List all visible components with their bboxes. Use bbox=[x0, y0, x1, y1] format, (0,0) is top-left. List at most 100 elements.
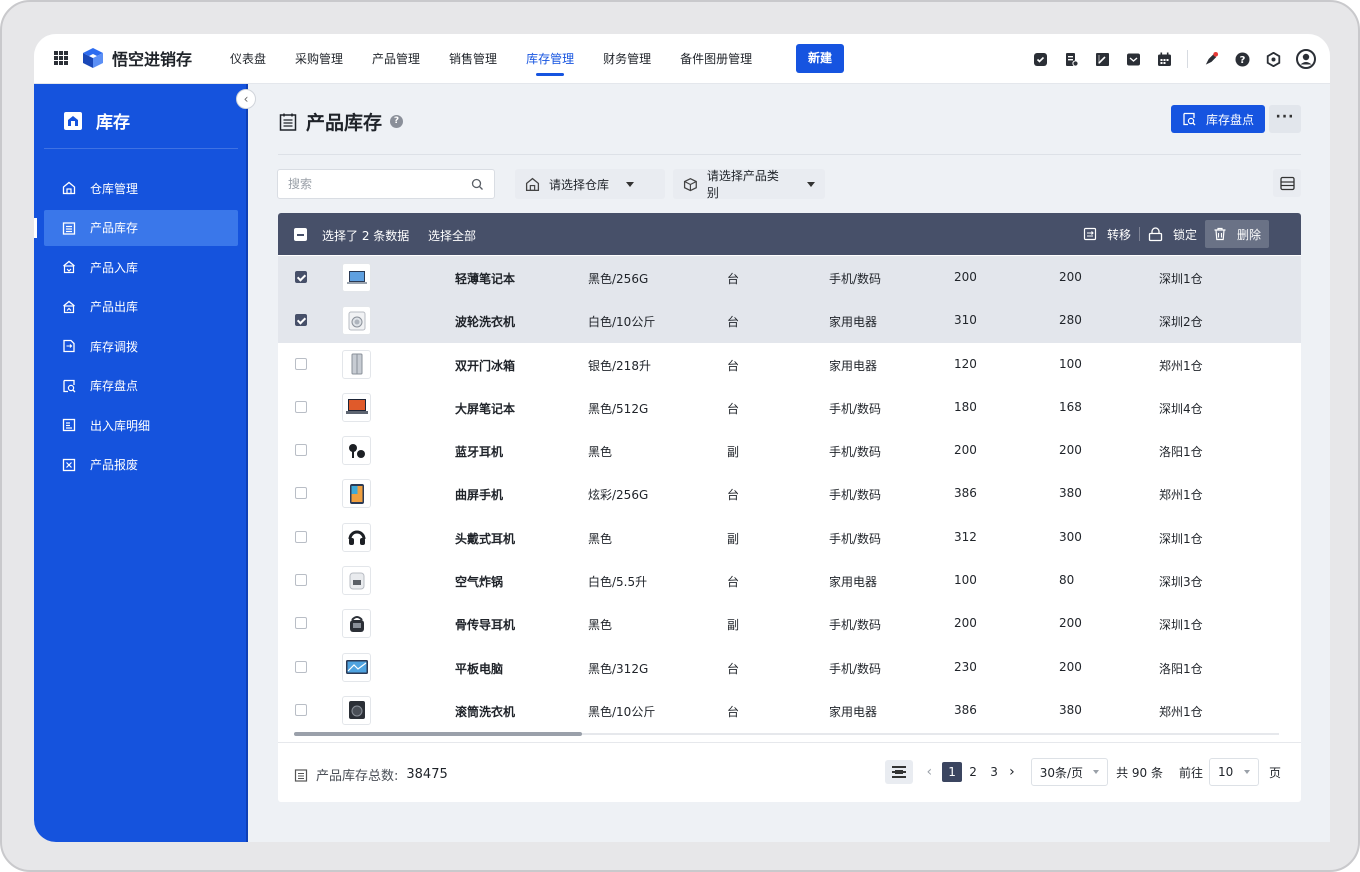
available-quantity: 80 bbox=[1059, 573, 1075, 588]
sidebar-item-warehouse[interactable]: 仓库管理 bbox=[44, 170, 238, 206]
stock-quantity: 386 bbox=[954, 702, 977, 717]
column-settings-button[interactable] bbox=[1273, 169, 1301, 197]
user-avatar-icon[interactable] bbox=[1296, 49, 1316, 69]
row-checkbox[interactable] bbox=[295, 357, 307, 370]
nav-product[interactable]: 产品管理 bbox=[372, 34, 420, 84]
row-checkbox[interactable] bbox=[295, 487, 307, 500]
product-name[interactable]: 头戴式耳机 bbox=[455, 530, 515, 547]
row-checkbox[interactable] bbox=[295, 400, 307, 413]
product-name[interactable]: 空气炸锅 bbox=[455, 573, 503, 590]
svg-text:?: ? bbox=[1239, 55, 1245, 66]
table-row[interactable]: 骨传导耳机 黑色 副 手机/数码 200 200 深圳1仓 bbox=[278, 602, 1301, 645]
row-checkbox[interactable] bbox=[295, 271, 307, 283]
transfer-button[interactable]: 转移 bbox=[1075, 220, 1139, 248]
available-quantity: 300 bbox=[1059, 529, 1082, 544]
sidebar-item-stock-out[interactable]: 产品出库 bbox=[44, 289, 238, 325]
prev-page-icon[interactable]: ‹ bbox=[927, 764, 933, 780]
horizontal-scrollbar[interactable] bbox=[294, 732, 582, 736]
select-all-checkbox[interactable] bbox=[294, 228, 307, 241]
stocktake-button[interactable]: 库存盘点 bbox=[1171, 105, 1265, 133]
category-select[interactable]: 请选择产品类别 bbox=[673, 169, 825, 200]
help-icon[interactable]: ? bbox=[390, 115, 404, 128]
sidebar-collapse-button[interactable]: ‹ bbox=[236, 89, 256, 109]
nav-purchase[interactable]: 采购管理 bbox=[295, 34, 343, 84]
product-name[interactable]: 平板电脑 bbox=[455, 660, 503, 677]
calendar-icon[interactable] bbox=[1156, 51, 1172, 67]
table-row[interactable]: 波轮洗衣机 白色/10公斤 台 家用电器 310 280 深圳2仓 bbox=[278, 299, 1301, 343]
sidebar-item-io-detail[interactable]: 出入库明细 bbox=[44, 407, 238, 443]
nav-dashboard[interactable]: 仪表盘 bbox=[230, 34, 266, 84]
warehouse-select[interactable]: 请选择仓库 bbox=[515, 169, 665, 199]
row-checkbox[interactable] bbox=[295, 660, 307, 673]
nav-sales[interactable]: 销售管理 bbox=[449, 34, 497, 84]
product-name[interactable]: 滚筒洗衣机 bbox=[455, 703, 515, 720]
row-checkbox[interactable] bbox=[295, 314, 307, 327]
stock-quantity: 200 bbox=[954, 443, 977, 458]
table-row[interactable]: 滚筒洗衣机 黑色/10公斤 台 家用电器 386 380 郑州1仓 bbox=[278, 689, 1301, 732]
list-view-icon[interactable] bbox=[884, 760, 913, 784]
product-name[interactable]: 大屏笔记本 bbox=[455, 400, 515, 417]
sidebar-item-stock-in[interactable]: 产品入库 bbox=[44, 249, 238, 285]
product-name[interactable]: 骨传导耳机 bbox=[455, 616, 515, 633]
new-button[interactable]: 新建 bbox=[796, 44, 844, 73]
search-icon[interactable] bbox=[471, 178, 484, 191]
bulk-action-bar: 选择了 2 条数据 选择全部 转移 锁定 删除 bbox=[278, 213, 1301, 255]
table-row[interactable]: 大屏笔记本 黑色/512G 台 手机/数码 180 168 深圳4仓 bbox=[278, 386, 1301, 429]
lock-icon bbox=[1148, 226, 1163, 241]
nav-parts-catalog[interactable]: 备件图册管理 bbox=[680, 34, 752, 84]
page-number[interactable]: 1 bbox=[942, 762, 963, 782]
page-number[interactable]: 2 bbox=[963, 762, 983, 782]
next-page-icon[interactable]: › bbox=[1009, 764, 1015, 780]
table-row[interactable]: 轻薄笔记本 黑色/256G 台 手机/数码 200 200 深圳1仓 bbox=[278, 256, 1301, 300]
page-size-select[interactable]: 30条/页 bbox=[1030, 758, 1109, 786]
product-unit: 台 bbox=[727, 575, 740, 590]
row-checkbox[interactable] bbox=[295, 574, 307, 587]
checklist-icon[interactable] bbox=[1032, 51, 1048, 67]
row-checkbox[interactable] bbox=[295, 703, 307, 716]
apps-grid-icon[interactable] bbox=[54, 51, 68, 65]
message-icon[interactable] bbox=[1125, 51, 1141, 67]
warehouse-name: 郑州1仓 bbox=[1159, 704, 1203, 719]
sidebar-item-scrap[interactable]: 产品报废 bbox=[44, 447, 238, 483]
search-input[interactable] bbox=[288, 177, 458, 191]
search-box[interactable] bbox=[277, 169, 495, 199]
edit-doc-icon[interactable] bbox=[1094, 51, 1110, 67]
table-row[interactable]: 平板电脑 黑色/312G 台 手机/数码 230 200 洛阳1仓 bbox=[278, 646, 1301, 689]
footer-divider bbox=[278, 742, 1301, 743]
product-name[interactable]: 蓝牙耳机 bbox=[455, 443, 503, 460]
product-name[interactable]: 轻薄笔记本 bbox=[455, 270, 515, 287]
app-window: 悟空进销存 仪表盘 采购管理 产品管理 销售管理 库存管理 财务管理 备件图册管… bbox=[34, 34, 1330, 842]
settings-icon[interactable] bbox=[1265, 51, 1281, 67]
page-number[interactable]: 3 bbox=[984, 762, 1004, 782]
warehouse-name: 深圳1仓 bbox=[1159, 272, 1203, 286]
sidebar-header: 库存 bbox=[64, 108, 130, 133]
receipt-icon[interactable] bbox=[1063, 51, 1079, 67]
app-logo[interactable]: 悟空进销存 bbox=[82, 46, 192, 70]
table-row[interactable]: 曲屏手机 炫彩/256G 台 手机/数码 386 380 郑州1仓 bbox=[278, 472, 1301, 515]
delete-button[interactable]: 删除 bbox=[1204, 220, 1269, 248]
sidebar-item-transfer[interactable]: 库存调拨 bbox=[44, 328, 238, 364]
rocket-icon[interactable] bbox=[1203, 51, 1219, 67]
product-name[interactable]: 波轮洗衣机 bbox=[455, 313, 515, 330]
help-icon[interactable]: ? bbox=[1234, 51, 1250, 67]
row-checkbox[interactable] bbox=[295, 444, 307, 457]
product-name[interactable]: 双开门冰箱 bbox=[455, 357, 515, 374]
more-options-button[interactable]: ··· bbox=[1269, 105, 1301, 133]
lock-button[interactable]: 锁定 bbox=[1140, 220, 1205, 248]
row-checkbox[interactable] bbox=[295, 530, 307, 543]
table-row[interactable]: 头戴式耳机 黑色 副 手机/数码 312 300 深圳1仓 bbox=[278, 516, 1301, 559]
table-row[interactable]: 双开门冰箱 银色/218升 台 家用电器 120 100 郑州1仓 bbox=[278, 343, 1301, 386]
available-quantity: 280 bbox=[1059, 313, 1082, 328]
select-all-link[interactable]: 选择全部 bbox=[428, 227, 476, 244]
row-checkbox[interactable] bbox=[295, 617, 307, 630]
sidebar-item-product-stock[interactable]: 产品库存 bbox=[34, 209, 238, 246]
nav-inventory[interactable]: 库存管理 bbox=[526, 34, 574, 84]
nav-finance[interactable]: 财务管理 bbox=[603, 34, 651, 84]
table-row[interactable]: 蓝牙耳机 黑色 副 手机/数码 200 200 洛阳1仓 bbox=[278, 429, 1301, 472]
table-row[interactable]: 空气炸锅 白色/5.5升 台 家用电器 100 80 深圳3仓 bbox=[278, 559, 1301, 602]
product-spec: 黑色 bbox=[588, 618, 613, 633]
sidebar-item-stocktake[interactable]: 库存盘点 bbox=[44, 368, 238, 404]
goto-page-input[interactable]: 10 bbox=[1208, 758, 1259, 786]
page-suffix: 页 bbox=[1268, 765, 1281, 780]
product-name[interactable]: 曲屏手机 bbox=[455, 486, 503, 503]
